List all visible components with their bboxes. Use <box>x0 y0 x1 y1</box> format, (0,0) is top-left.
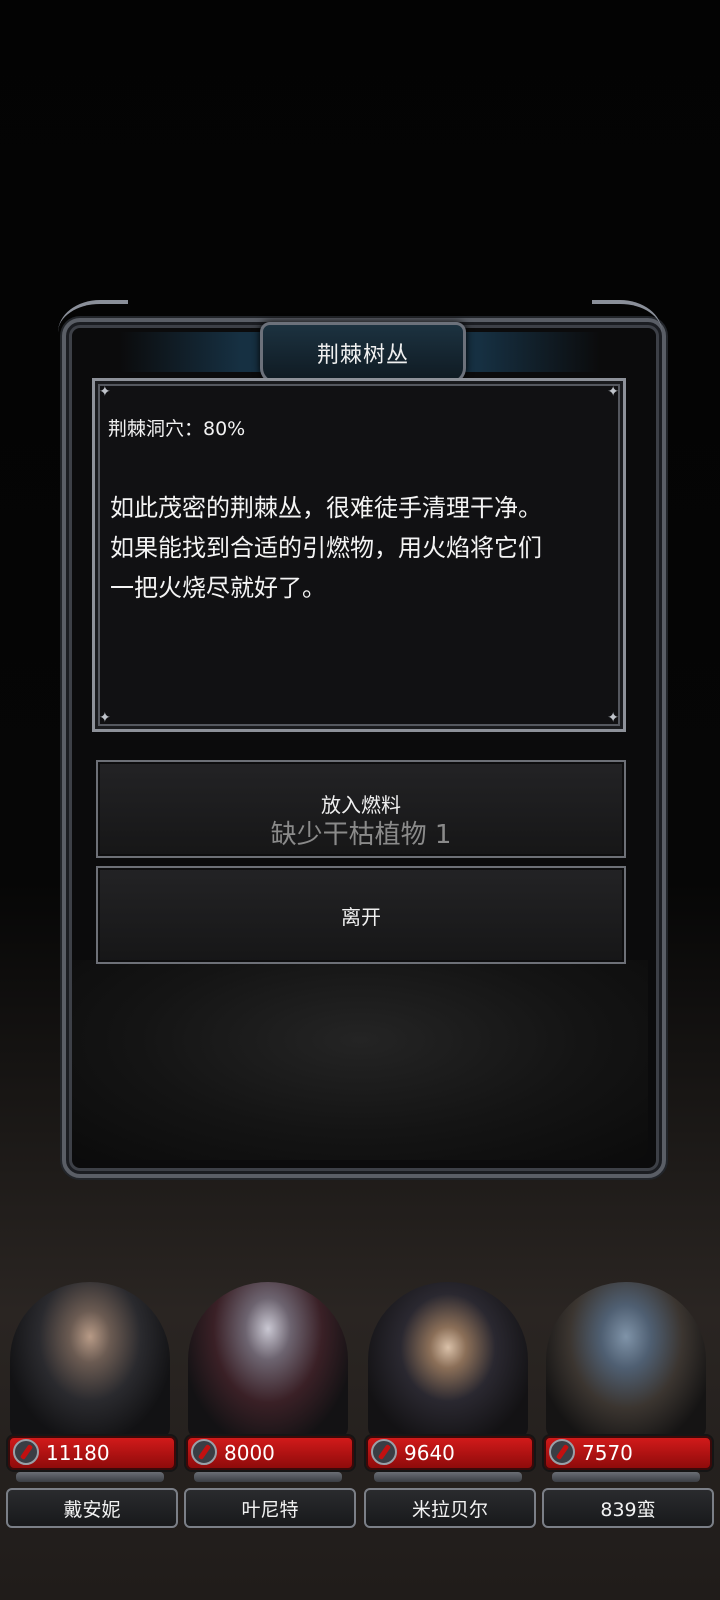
character-portrait <box>368 1282 528 1438</box>
character-name: 米拉贝尔 <box>364 1488 536 1528</box>
missing-requirement: 缺少干枯植物 1 <box>270 820 452 850</box>
star-ornament-icon: ✦ <box>607 710 619 726</box>
energy-bar <box>374 1472 522 1482</box>
star-ornament-icon: ✦ <box>607 384 619 400</box>
hp-value: 7570 <box>582 1441 633 1465</box>
location-progress: 荆棘洞穴：80% <box>108 418 246 440</box>
sword-icon <box>191 1439 217 1465</box>
party-member-2[interactable]: 8000 叶尼特 <box>180 1282 356 1532</box>
dialog-title: 荆棘树丛 <box>316 343 409 368</box>
hp-value: 9640 <box>404 1441 455 1465</box>
leave-label: 离开 <box>341 904 381 929</box>
sword-icon <box>371 1439 397 1465</box>
hp-value: 11180 <box>46 1441 110 1465</box>
hp-bar: 11180 <box>8 1436 176 1470</box>
hp-bar: 8000 <box>186 1436 354 1470</box>
character-name: 叶尼特 <box>184 1488 356 1528</box>
event-description: 如此茂密的荆棘丛，很难徒手清理干净。 如果能找到合适的引燃物，用火焰将它们 一把… <box>110 494 542 602</box>
dialog-lower-area <box>72 960 648 1160</box>
sword-icon <box>549 1439 575 1465</box>
star-ornament-icon: ✦ <box>99 384 111 400</box>
leave-button[interactable]: 离开 <box>96 866 626 964</box>
hp-bar: 9640 <box>366 1436 534 1470</box>
add-fuel-button[interactable]: 放入燃料 缺少干枯植物 1 <box>96 760 626 858</box>
character-portrait <box>188 1282 348 1438</box>
dialog-title-bar: 荆棘树丛 <box>260 322 466 384</box>
energy-bar <box>552 1472 700 1482</box>
hp-bar: 7570 <box>544 1436 712 1470</box>
character-name: 戴安妮 <box>6 1488 178 1528</box>
party-member-1[interactable]: 11180 戴安妮 <box>2 1282 178 1532</box>
energy-bar <box>194 1472 342 1482</box>
party-member-4[interactable]: 7570 839蛮 <box>538 1282 714 1532</box>
character-portrait <box>546 1282 706 1438</box>
energy-bar <box>16 1472 164 1482</box>
star-ornament-icon: ✦ <box>99 710 111 726</box>
character-name: 839蛮 <box>542 1488 714 1528</box>
party-member-3[interactable]: 9640 米拉贝尔 <box>360 1282 536 1532</box>
character-portrait <box>10 1282 170 1438</box>
hp-value: 8000 <box>224 1441 275 1465</box>
sword-icon <box>13 1439 39 1465</box>
